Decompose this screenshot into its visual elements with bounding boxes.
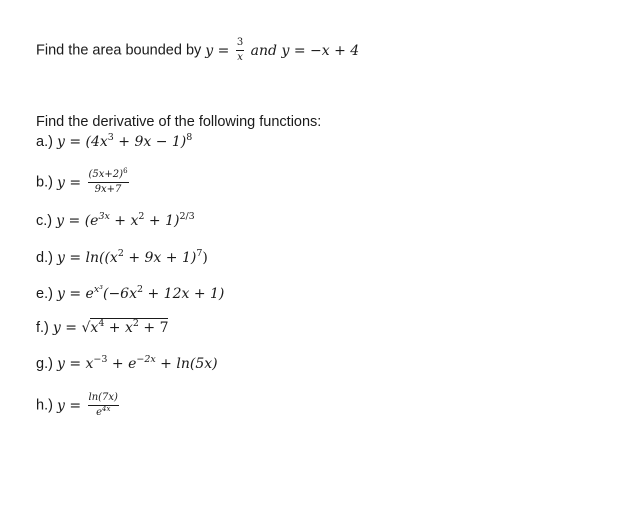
item-expression: y = x−3 + e−2x + ln(5x)	[56, 354, 218, 372]
item-b: b.) y = (5x+2)6 9x+7	[36, 168, 131, 195]
expr-part: + x	[109, 213, 139, 229]
area-problem-label: Find the area bounded by	[36, 42, 202, 59]
item-label: d.)	[36, 250, 53, 266]
equals: =	[64, 250, 86, 266]
fraction: ln(7x) e4x	[87, 393, 119, 418]
item-g: g.) y = x−3 + e−2x + ln(5x)	[36, 354, 218, 372]
item-label: c.)	[36, 213, 53, 229]
square-root: √x4 + x2 + 7	[81, 318, 169, 336]
var-y: y	[52, 320, 61, 336]
expr-part: + 9x + 1)	[123, 250, 197, 266]
equals: =	[64, 174, 86, 191]
var-y: y	[56, 286, 65, 302]
line-expression: −x + 4	[310, 42, 360, 59]
item-expression: y = (5x+2)6 9x+7	[56, 168, 131, 195]
expr-part: + 7	[138, 320, 169, 336]
numerator: 3	[235, 38, 245, 51]
var-y: y	[56, 134, 65, 150]
item-expression: y = (e3x + x2 + 1)2/3	[56, 211, 195, 229]
item-expression: y = ln(7x) e4x	[56, 393, 121, 418]
var-y: y	[56, 356, 65, 372]
expr-part: (5x+2)	[88, 169, 124, 180]
exponent: x³	[93, 284, 103, 295]
item-expression: y = ex³(−6x2 + 12x + 1)	[56, 284, 225, 302]
fraction-3-over-x: 3x	[235, 38, 245, 63]
expr-part: + x	[104, 320, 133, 336]
exponent: 8	[186, 132, 193, 143]
area-problem: Find the area bounded by y = 3x and y = …	[36, 38, 359, 63]
item-label: f.)	[36, 320, 49, 336]
equals: =	[289, 42, 311, 59]
exponent: 3x	[98, 211, 110, 222]
exponent: 4x	[102, 405, 111, 413]
item-c: c.) y = (e3x + x2 + 1)2/3	[36, 211, 195, 229]
conjunction: and	[246, 42, 282, 59]
exponent: −3	[93, 354, 108, 365]
var-y: y	[56, 250, 65, 266]
expr-part: ln((x	[85, 250, 118, 266]
item-h: h.) y = ln(7x) e4x	[36, 393, 121, 418]
expr-part: + 9x − 1)	[113, 134, 187, 150]
expr-part: + e	[107, 356, 137, 372]
item-a: a.) y = (4x3 + 9x − 1)8	[36, 132, 193, 150]
item-expression: y = √x4 + x2 + 7	[52, 318, 169, 336]
expr-part: + ln(5x)	[155, 356, 218, 372]
equals: =	[60, 320, 82, 336]
exponent: −2x	[136, 354, 156, 365]
equals: =	[64, 213, 85, 229]
equals: =	[64, 356, 86, 372]
derivative-heading: Find the derivative of the following fun…	[36, 114, 322, 130]
item-label: h.)	[36, 397, 53, 414]
expr-part: (4x	[85, 134, 108, 150]
item-expression: y = ln((x2 + 9x + 1)7)	[56, 249, 208, 266]
expr-part: + 12x + 1)	[143, 286, 225, 302]
item-expression: y = (4x3 + 9x − 1)8	[56, 132, 193, 150]
denominator: 9x+7	[94, 184, 122, 195]
equals: =	[64, 134, 86, 150]
expr-part: (e	[84, 213, 99, 229]
denominator: e4x	[88, 406, 119, 418]
item-label: e.)	[36, 286, 53, 302]
equals: =	[213, 42, 234, 59]
item-f: f.) y = √x4 + x2 + 7	[36, 318, 169, 336]
exponent: 6	[123, 167, 128, 175]
equals: =	[64, 397, 86, 414]
item-d: d.) y = ln((x2 + 9x + 1)7)	[36, 249, 208, 266]
var-y: y	[56, 213, 65, 229]
expr-part: e	[85, 286, 94, 302]
item-e: e.) y = ex³(−6x2 + 12x + 1)	[36, 284, 225, 302]
denominator: x	[237, 52, 243, 63]
expr-part: )	[202, 250, 208, 266]
radicand: x4 + x2 + 7	[90, 318, 169, 336]
var-y: y	[56, 397, 65, 414]
expr-part: + 1)	[144, 213, 180, 229]
numerator: (5x+2)6	[87, 167, 129, 183]
exponent: 2/3	[179, 211, 195, 222]
area-equation: y = 3x and y = −x + 4	[205, 38, 360, 63]
item-label: g.)	[36, 356, 53, 372]
item-label: b.)	[36, 174, 53, 191]
equals: =	[64, 286, 86, 302]
fraction: (5x+2)6 9x+7	[87, 167, 129, 195]
expr-part: (−6x	[102, 286, 137, 302]
var-y: y	[56, 174, 65, 191]
item-label: a.)	[36, 134, 53, 150]
